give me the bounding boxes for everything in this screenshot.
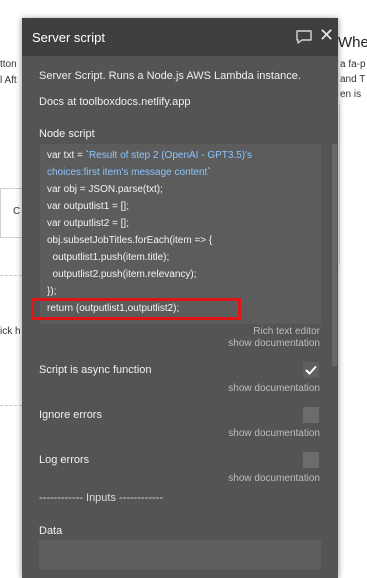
code-line: }); (47, 286, 57, 297)
editor-scrollbar[interactable] (332, 144, 337, 366)
docs-link[interactable]: Docs at toolboxdocs.netlify.app (39, 96, 190, 108)
server-script-panel: Server script ✕ Server Script. Runs a No… (22, 18, 338, 578)
code-line: var obj = JSON.parse(txt); (47, 184, 163, 195)
async-checkbox[interactable] (303, 362, 319, 378)
code-line: var txt = `Result of step 2 (OpenAI - GP… (47, 150, 253, 161)
background-text: C (13, 206, 21, 217)
panel-title: Server script (32, 30, 105, 45)
dynamic-expression[interactable]: Result of step 2 (OpenAI - GPT3.5)'s (89, 150, 252, 161)
background-text: en is (340, 89, 362, 100)
comment-icon[interactable] (295, 29, 313, 45)
show-documentation-link[interactable]: show documentation (228, 428, 320, 439)
log-errors-checkbox[interactable] (303, 452, 319, 468)
inputs-separator: ------------ Inputs ------------ (39, 492, 163, 504)
ignore-errors-label: Ignore errors (39, 409, 102, 421)
code-line: var outputlist1 = []; (47, 201, 129, 212)
data-label: Data (39, 525, 63, 537)
node-script-label: Node script (39, 128, 95, 140)
dynamic-expression[interactable]: choices:first item's message content (47, 167, 207, 178)
background-text: l Aft (0, 75, 17, 86)
close-icon[interactable]: ✕ (319, 26, 334, 44)
node-script-editor[interactable]: var txt = `Result of step 2 (OpenAI - GP… (40, 144, 321, 324)
background-text: a fa-p (340, 59, 366, 70)
background-text: ick h (0, 326, 21, 337)
show-documentation-link[interactable]: show documentation (228, 383, 320, 394)
show-documentation-link[interactable]: show documentation (228, 338, 320, 349)
background-divider (0, 275, 22, 276)
code-line: outputlist1.push(item.title); (47, 252, 170, 263)
log-errors-label: Log errors (39, 454, 90, 466)
background-text: tton (0, 59, 17, 70)
async-label: Script is async function (39, 364, 152, 376)
background-divider (339, 105, 340, 265)
show-documentation-link[interactable]: show documentation (228, 473, 320, 484)
code-line: choices:first item's message content` (47, 167, 211, 178)
rich-text-editor-link[interactable]: Rich text editor (253, 326, 320, 337)
data-input[interactable] (39, 540, 321, 570)
background-box (0, 188, 24, 238)
code-line: outputlist2.push(item.relevancy); (47, 269, 197, 280)
code-line: obj.subsetJobTitles.forEach(item => { (47, 235, 213, 246)
check-icon (305, 365, 317, 375)
ignore-errors-checkbox[interactable] (303, 407, 319, 423)
background-divider (0, 405, 22, 406)
when-label: Whe (338, 34, 367, 51)
background-text: and T (340, 74, 366, 85)
plugin-description: Server Script. Runs a Node.js AWS Lambda… (39, 70, 301, 82)
code-line: var outputlist2 = []; (47, 218, 129, 229)
panel-header[interactable]: Server script ✕ (22, 18, 338, 56)
return-line-highlight (31, 298, 241, 320)
